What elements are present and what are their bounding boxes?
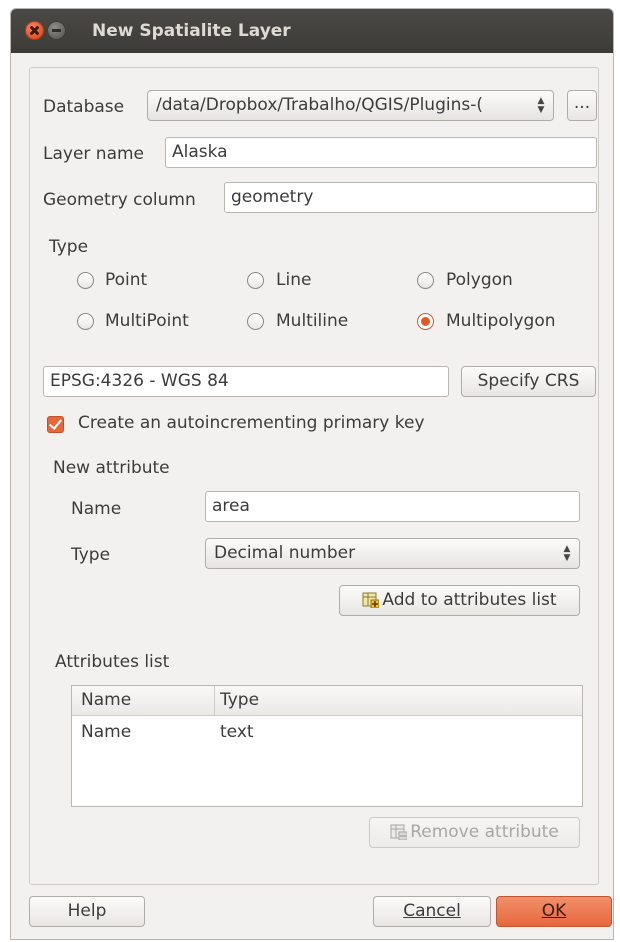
attributes-table[interactable]: Name Type Name text	[71, 685, 583, 807]
spin-arrows-icon: ▲ ▼	[537, 96, 545, 115]
layer-name-label: Layer name	[43, 144, 145, 164]
geometry-column-field[interactable]: geometry	[224, 182, 597, 213]
cancel-button[interactable]: Cancel	[373, 896, 491, 927]
column-header-name[interactable]: Name	[81, 690, 131, 710]
specify-crs-button[interactable]: Specify CRS	[461, 366, 596, 397]
ok-button[interactable]: OK	[496, 896, 612, 927]
column-header-type[interactable]: Type	[220, 690, 259, 710]
database-combo[interactable]: /data/Dropbox/Trabalho/QGIS/Plugins-( ▲ ▼	[147, 90, 554, 121]
window-title: New Spatialite Layer	[92, 21, 291, 41]
remove-attribute-icon	[390, 821, 408, 841]
help-button[interactable]: Help	[29, 896, 145, 927]
add-to-attributes-button[interactable]: Add to attributes list	[339, 585, 580, 616]
attribute-name-label: Name	[71, 499, 122, 519]
attribute-type-value: Decimal number	[214, 543, 356, 563]
remove-attribute-button[interactable]: Remove attribute	[369, 817, 580, 848]
radio-line-label: Line	[276, 270, 312, 290]
radio-line[interactable]	[247, 272, 264, 289]
remove-attribute-label: Remove attribute	[410, 822, 559, 842]
geometry-column-label: Geometry column	[43, 190, 196, 210]
attributes-list-label: Attributes list	[55, 652, 170, 672]
database-value: /data/Dropbox/Trabalho/QGIS/Plugins-(	[156, 95, 483, 115]
add-to-attributes-label: Add to attributes list	[382, 590, 557, 610]
new-attribute-label: New attribute	[53, 458, 170, 478]
attribute-name-field[interactable]: area	[205, 491, 580, 522]
crs-field[interactable]: EPSG:4326 - WGS 84	[43, 366, 449, 397]
database-label: Database	[43, 97, 125, 117]
radio-multipolygon-label: Multipolygon	[446, 311, 556, 331]
radio-point[interactable]	[77, 272, 94, 289]
title-bar: New Spatialite Layer	[11, 9, 613, 53]
primary-key-label: Create an autoincrementing primary key	[78, 413, 425, 433]
attribute-type-select[interactable]: Decimal number ▲ ▼	[205, 538, 580, 569]
attribute-type-label: Type	[71, 545, 111, 565]
minimize-icon[interactable]	[47, 21, 66, 40]
dialog-window: New Spatialite Layer Database /data/Drop…	[10, 8, 614, 940]
table-header: Name Type	[72, 686, 582, 716]
radio-polygon[interactable]	[417, 272, 434, 289]
radio-point-label: Point	[105, 270, 148, 290]
table-cell-name[interactable]: Name	[81, 722, 131, 742]
browse-button[interactable]: ...	[567, 90, 597, 121]
layer-name-field[interactable]: Alaska	[165, 137, 597, 168]
type-group-label: Type	[49, 237, 89, 257]
radio-multipoint[interactable]	[77, 313, 94, 330]
radio-multiline[interactable]	[247, 313, 264, 330]
radio-multipolygon[interactable]	[417, 313, 434, 330]
table-cell-type[interactable]: text	[220, 722, 254, 742]
add-attribute-icon	[362, 589, 380, 609]
radio-multipoint-label: MultiPoint	[105, 311, 189, 331]
radio-multiline-label: Multiline	[276, 311, 349, 331]
spin-arrows-icon: ▲ ▼	[563, 544, 571, 563]
column-separator	[214, 686, 215, 716]
close-icon[interactable]	[25, 21, 44, 40]
primary-key-checkbox[interactable]	[47, 416, 64, 433]
radio-polygon-label: Polygon	[446, 270, 513, 290]
